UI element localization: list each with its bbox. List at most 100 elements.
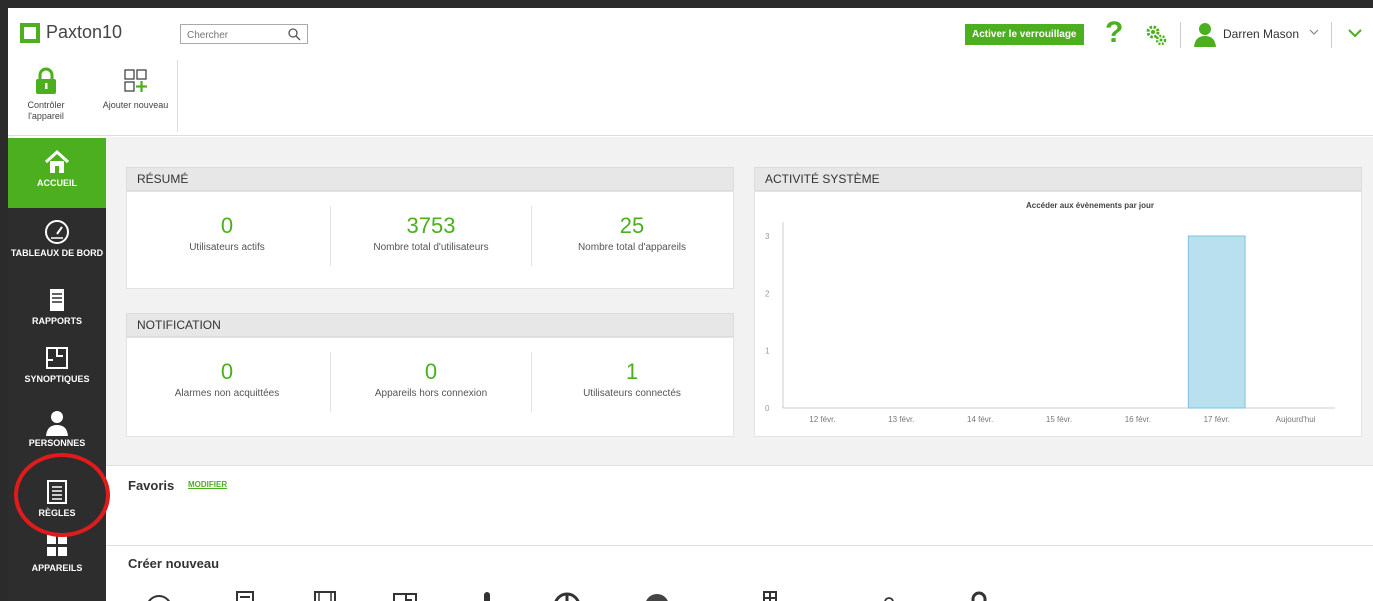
sidebar-item-accueil[interactable]: ACCUEIL: [8, 138, 106, 208]
disc-icon[interactable]: [642, 590, 672, 601]
sidebar-nav: ACCUEIL TABLEAUX DE BORD RAPPORTS SYNOPT…: [8, 138, 106, 601]
stat-value: 0: [220, 213, 234, 238]
add-new-label: Ajouter nouveau: [102, 100, 169, 110]
sidebar-item-personnes[interactable]: PERSONNES: [8, 408, 106, 448]
action-toolbar: Contrôler l'appareil Ajouter nouveau: [8, 60, 1373, 136]
building-icon[interactable]: [760, 590, 790, 601]
sidebar-item-appareils[interactable]: APPAREILS: [8, 533, 106, 573]
devices-icon: [47, 535, 67, 556]
clock-icon[interactable]: [144, 590, 174, 601]
offline-devices-stat[interactable]: 0 Appareils hors connexion: [331, 338, 531, 436]
activity-chart-panel: Accéder aux évènements par jour 0 1 2 3 12 fé…: [754, 191, 1362, 437]
summary-panel-header: RÉSUMÉ: [126, 167, 734, 191]
events-per-day-chart: Accéder aux évènements par jour 0 1 2 3 12 fé…: [765, 201, 1335, 424]
sidebar-item-rapports[interactable]: RAPPORTS: [8, 286, 106, 326]
dashboard-main: RÉSUMÉ 0 Utilisateurs actifs 3753 Nombre…: [106, 137, 1373, 601]
notification-panel: 0 Alarmes non acquittées 0 Appareils hor…: [126, 337, 734, 437]
report-icon[interactable]: [230, 590, 260, 601]
sidebar-item-label: RAPPORTS: [31, 316, 82, 326]
stat-label: Alarmes non acquittées: [174, 388, 280, 399]
sidebar-item-regles[interactable]: RÈGLES: [8, 478, 106, 518]
chart-x-tick-label: 14 févr.: [967, 415, 993, 424]
puzzle-icon[interactable]: [874, 590, 904, 601]
power-icon[interactable]: [552, 590, 582, 601]
add-grid-icon: [123, 69, 147, 92]
stat-value: 0: [220, 359, 234, 384]
chart-title: Accéder aux évènements par jour: [1026, 201, 1154, 210]
summary-title: RÉSUMÉ: [137, 172, 189, 186]
padlock-icon: [36, 67, 56, 94]
favorites-title: Favoris: [128, 478, 175, 493]
stat-value: 3753: [406, 213, 456, 238]
stat-value: 25: [619, 213, 645, 238]
app-logo[interactable]: Paxton10: [20, 22, 122, 43]
app-window: Paxton10 Activer le verrouillage ? Darre…: [0, 0, 1373, 601]
sidebar-item-label: PERSONNES: [28, 438, 86, 448]
chart-y-tick-label: 1: [765, 347, 770, 356]
sidebar-item-label: SYNOPTIQUES: [24, 374, 90, 384]
chart-y-tick-label: 2: [765, 289, 770, 298]
floorplan-icon[interactable]: [390, 590, 420, 601]
stat-label: Nombre total d'utilisateurs: [373, 242, 489, 253]
activate-lock-button[interactable]: Activer le verrouillage: [965, 24, 1084, 45]
user-avatar-icon[interactable]: [1193, 21, 1217, 47]
control-device-button[interactable]: Contrôler l'appareil: [8, 60, 84, 132]
connected-users-stat[interactable]: 1 Utilisateurs connectés: [532, 338, 732, 436]
favorites-section: Favoris MODIFIER: [106, 465, 1373, 545]
search-input[interactable]: [181, 26, 281, 45]
total-users-stat[interactable]: 3753 Nombre total d'utilisateurs: [331, 192, 531, 288]
active-users-stat[interactable]: 0 Utilisateurs actifs: [127, 192, 327, 288]
search-box[interactable]: [180, 24, 308, 45]
sidebar-item-label: TABLEAUX DE BORD: [10, 248, 104, 258]
home-icon: [44, 149, 70, 173]
stat-value: 1: [625, 359, 639, 384]
create-new-title: Créer nouveau: [128, 556, 220, 571]
header-divider: [1180, 22, 1181, 48]
stat-label: Utilisateurs connectés: [583, 388, 681, 399]
unacknowledged-alarms-stat[interactable]: 0 Alarmes non acquittées: [127, 338, 327, 436]
user-menu-chevron-icon[interactable]: [1308, 26, 1320, 38]
notification-panel-header: NOTIFICATION: [126, 313, 734, 337]
floorplan-icon: [46, 347, 68, 369]
chart-x-tick-label: Aujourd'hui: [1276, 415, 1316, 424]
logo-square-icon: [20, 22, 40, 43]
chart-x-tick-label: 15 févr.: [1046, 415, 1072, 424]
create-new-section: Créer nouveau: [106, 545, 1373, 601]
sidebar-item-label: APPAREILS: [31, 563, 83, 573]
sidebar-item-label: RÈGLES: [38, 508, 76, 518]
sidebar-item-tableaux[interactable]: TABLEAUX DE BORD: [8, 218, 106, 258]
lock-icon[interactable]: [964, 590, 994, 601]
stat-label: Appareils hors connexion: [374, 388, 488, 399]
help-icon[interactable]: ?: [1105, 16, 1123, 50]
chart-y-tick-label: 0: [765, 404, 770, 413]
stat-label: Nombre total d'appareils: [577, 242, 687, 253]
rules-icon: [47, 480, 67, 504]
add-new-button[interactable]: Ajouter nouveau: [94, 60, 178, 132]
total-devices-stat[interactable]: 25 Nombre total d'appareils: [532, 192, 732, 288]
chart-x-tick-label: 16 févr.: [1125, 415, 1151, 424]
activity-panel-header: ACTIVITÉ SYSTÈME: [754, 167, 1362, 191]
notification-title: NOTIFICATION: [137, 318, 221, 332]
summary-panel: 0 Utilisateurs actifs 3753 Nombre total …: [126, 191, 734, 289]
header-divider: [1331, 22, 1332, 48]
person-icon: [46, 411, 68, 436]
expand-chevron-icon[interactable]: [1348, 28, 1362, 38]
user-name[interactable]: Darren Mason: [1223, 27, 1299, 41]
chart-y-tick-label: 3: [765, 232, 770, 241]
sidebar-item-label: ACCUEIL: [37, 178, 77, 188]
settings-gear-icon[interactable]: [1145, 23, 1169, 47]
search-icon[interactable]: [287, 27, 301, 41]
chart-x-tick-label: 12 févr.: [809, 415, 835, 424]
chart-bar: [1187, 235, 1246, 409]
stat-label: Utilisateurs actifs: [189, 242, 265, 253]
chart-x-tick-label: 17 févr.: [1204, 415, 1230, 424]
gauge-icon: [45, 220, 69, 244]
film-icon[interactable]: [310, 590, 340, 601]
activity-title: ACTIVITÉ SYSTÈME: [765, 172, 880, 186]
sidebar-item-synoptiques[interactable]: SYNOPTIQUES: [8, 344, 106, 384]
favorites-edit-link[interactable]: MODIFIER: [188, 480, 227, 489]
thermometer-icon[interactable]: [472, 590, 502, 601]
chart-x-tick-label: 13 févr.: [888, 415, 914, 424]
report-icon: [50, 289, 64, 311]
stat-value: 0: [424, 359, 438, 384]
